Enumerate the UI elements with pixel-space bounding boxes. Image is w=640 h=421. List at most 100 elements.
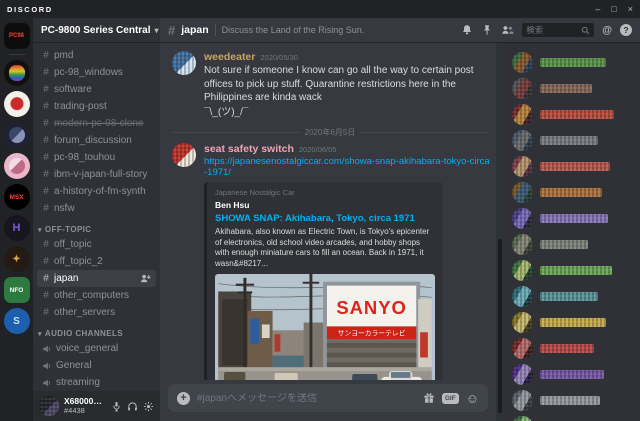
server-icon[interactable]: NFO <box>3 277 30 303</box>
gift-icon[interactable] <box>423 392 435 404</box>
chat-and-members: # japan Discuss the Land of the Rising S… <box>160 18 640 421</box>
member-row[interactable] <box>512 127 632 153</box>
chevron-down-icon: ▾ <box>38 330 42 338</box>
channel-pc-98_windows[interactable]: # pc-98_windows <box>37 64 156 81</box>
hash-icon: # <box>43 239 49 250</box>
message-timestamp: 2020/05/30 <box>260 53 298 62</box>
hash-icon: # <box>43 203 49 214</box>
mic-button[interactable] <box>111 401 122 412</box>
member-row[interactable] <box>512 75 632 101</box>
server-icon[interactable] <box>3 153 30 179</box>
member-name-censored <box>540 395 600 405</box>
channel-off_topic_2[interactable]: # off_topic_2 <box>37 253 156 270</box>
channel-name: ibm-v-japan-full-story <box>54 169 148 180</box>
embed-photo-akihabara[interactable]: SANYO サンヨーカラーテレビ <box>215 274 435 380</box>
message-link[interactable]: https://japanesenostalgiccar.com/showa-s… <box>204 156 492 178</box>
close-button[interactable]: × <box>628 4 633 14</box>
message-input[interactable] <box>197 392 416 404</box>
maximize-button[interactable]: □ <box>611 4 616 14</box>
channel-nsfw[interactable]: # nsfw <box>37 200 156 217</box>
server-icon[interactable] <box>3 60 30 86</box>
voice-channel-voice_general[interactable]: voice_general <box>37 340 156 357</box>
channel-category[interactable]: ▾ OFF-TOPIC <box>33 223 160 236</box>
search-input[interactable] <box>526 25 579 35</box>
server-icon-art <box>8 158 25 174</box>
server-icon-label: PC98 <box>8 33 24 39</box>
channel-pmd[interactable]: # pmd <box>37 47 156 64</box>
message-author[interactable]: seat safety switch <box>204 143 294 155</box>
channel-trading-post[interactable]: # trading-post <box>37 98 156 115</box>
server-icon[interactable]: S <box>3 308 30 334</box>
inbox-at-icon[interactable]: @ <box>602 25 612 36</box>
member-avatar <box>512 389 533 411</box>
voice-channel-streaming[interactable]: streaming <box>37 374 156 391</box>
server-icon[interactable]: PC98 <box>3 23 30 49</box>
user-avatar[interactable] <box>39 396 59 416</box>
chat-scrollbar-thumb[interactable] <box>498 239 502 414</box>
server-icon[interactable]: H <box>3 215 30 241</box>
settings-gear-button[interactable] <box>143 401 154 412</box>
hash-icon: # <box>43 67 49 78</box>
channel-off_topic[interactable]: # off_topic <box>37 236 156 253</box>
bell-icon[interactable] <box>461 24 473 36</box>
member-row[interactable] <box>512 361 632 387</box>
channel-ibm-v-japan-full-story[interactable]: # ibm-v-japan-full-story <box>37 166 156 183</box>
server-icon[interactable] <box>3 91 30 117</box>
server-icon[interactable]: ✦ <box>3 246 30 272</box>
user-panel: X68000XV... #4438 <box>33 391 160 421</box>
channel-software[interactable]: # software <box>37 81 156 98</box>
attach-plus-icon[interactable]: + <box>177 391 190 405</box>
server-name: PC-9800 Series Central <box>41 24 151 36</box>
server-icon-art <box>8 127 25 143</box>
gif-picker-icon[interactable]: GIF <box>441 392 459 404</box>
embed-title[interactable]: SHOWA SNAP: Akihabara, Tokyo, circa 1971 <box>215 213 435 224</box>
member-row[interactable] <box>512 283 632 309</box>
member-avatar <box>512 233 533 255</box>
server-icon[interactable] <box>3 122 30 148</box>
member-row[interactable] <box>512 413 632 421</box>
help-icon[interactable]: ? <box>620 24 632 36</box>
member-row[interactable] <box>512 49 632 75</box>
channel-a-history-of-fm-synth[interactable]: # a-history-of-fm-synth <box>37 183 156 200</box>
headphones-button[interactable] <box>127 401 138 412</box>
header-toolbar: @ ? <box>461 23 632 37</box>
embed-author[interactable]: Ben Hsu <box>215 200 435 210</box>
minimize-button[interactable]: – <box>595 4 600 14</box>
message-author[interactable]: weedeater <box>204 51 255 63</box>
member-row[interactable] <box>512 231 632 257</box>
member-row[interactable] <box>512 335 632 361</box>
channel-modern-pc-98-clone[interactable]: # modern-pc-98-clone <box>37 115 156 132</box>
channel-pc-98_touhou[interactable]: # pc-98_touhou <box>37 149 156 166</box>
member-row[interactable] <box>512 101 632 127</box>
channel-other_computers[interactable]: # other_computers <box>37 287 156 304</box>
server-icon[interactable]: MSX <box>3 184 30 210</box>
member-row[interactable] <box>512 205 632 231</box>
channel-topic[interactable]: Discuss the Land of the Rising Sun. <box>222 25 456 35</box>
member-row[interactable] <box>512 153 632 179</box>
channel-category[interactable]: ▾ AUDIO CHANNELS <box>33 327 160 340</box>
member-row[interactable] <box>512 387 632 413</box>
member-avatar <box>512 77 533 99</box>
channel-forum_discussion[interactable]: # forum_discussion <box>37 132 156 149</box>
members-toggle-icon[interactable] <box>501 24 514 36</box>
channel-other_servers[interactable]: # other_servers <box>37 304 156 321</box>
pin-icon[interactable] <box>481 24 493 36</box>
voice-channel-General[interactable]: General <box>37 357 156 374</box>
member-row[interactable] <box>512 179 632 205</box>
emoji-picker-icon[interactable]: ☺ <box>466 392 479 405</box>
content-row: weedeater 2020/05/30 Not sure if someone… <box>160 42 640 421</box>
svg-text:SANYO: SANYO <box>336 297 406 318</box>
chat-scrollbar[interactable] <box>496 42 504 421</box>
avatar[interactable] <box>172 143 196 167</box>
member-row[interactable] <box>512 309 632 335</box>
chat-column: weedeater 2020/05/30 Not sure if someone… <box>160 42 504 421</box>
hash-icon: # <box>43 101 49 112</box>
member-row[interactable] <box>512 257 632 283</box>
server-rail: PC98 MSX H ✦ NFO S <box>0 18 33 421</box>
server-header[interactable]: PC-9800 Series Central ▾ <box>33 18 160 42</box>
avatar[interactable] <box>172 51 196 75</box>
channel-japan[interactable]: # japan <box>37 270 156 287</box>
app-body: PC98 MSX H ✦ NFO S PC-9800 Series Central ▾ #… <box>0 18 640 421</box>
search-box[interactable] <box>522 23 595 37</box>
invite-member-icon[interactable] <box>140 273 151 284</box>
